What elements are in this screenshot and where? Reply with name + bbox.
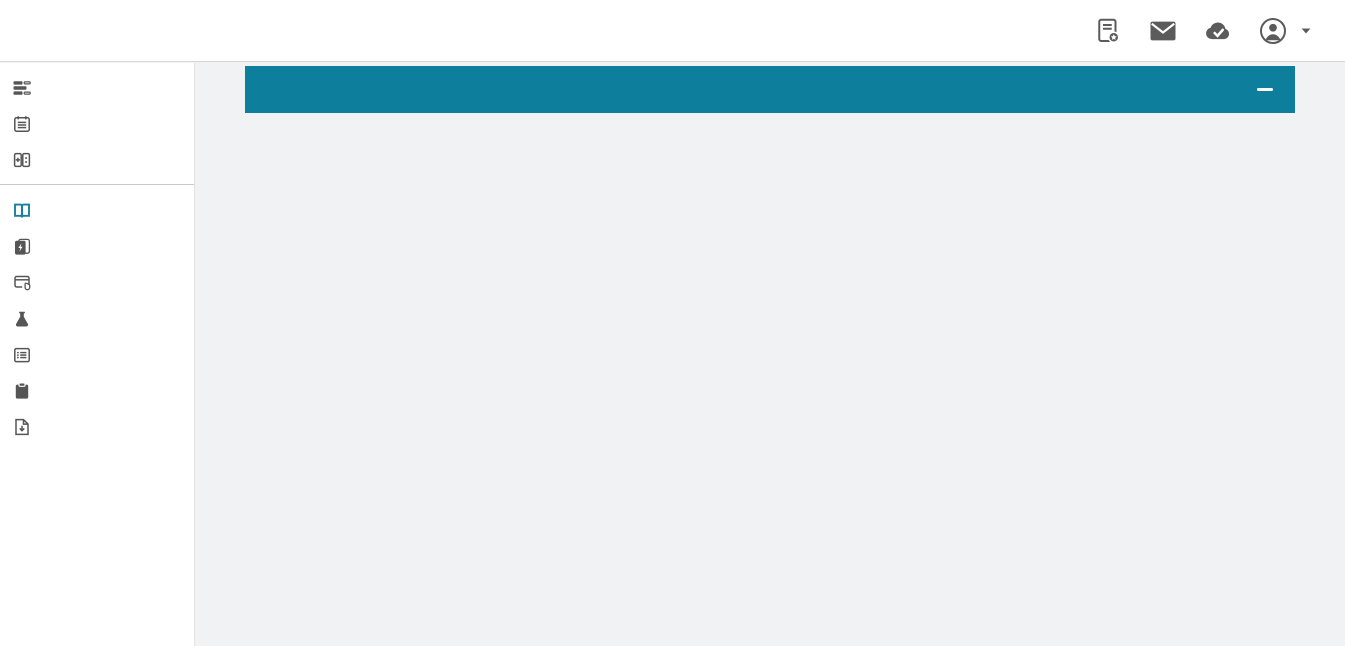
flashcards-icon bbox=[12, 237, 32, 257]
app-header bbox=[0, 0, 1345, 62]
sidebar-item-practice[interactable] bbox=[0, 336, 194, 372]
cloud-sync-icon[interactable] bbox=[1203, 16, 1233, 46]
assessments-icon bbox=[12, 381, 32, 401]
caret-down-icon[interactable] bbox=[1299, 24, 1313, 38]
lesson-main bbox=[245, 66, 1295, 113]
game-center-icon bbox=[12, 150, 32, 170]
labs-icon bbox=[12, 309, 32, 329]
pbqs-icon bbox=[12, 273, 32, 293]
learning-plan-icon bbox=[12, 114, 32, 134]
sidebar-item-labs[interactable] bbox=[0, 300, 194, 336]
lesson-accordion-header[interactable] bbox=[245, 66, 1295, 113]
sidebar-item-game-center[interactable] bbox=[0, 141, 194, 177]
minus-icon bbox=[1257, 88, 1273, 92]
sidebar-nav bbox=[0, 63, 195, 646]
strengths-icon bbox=[12, 78, 32, 98]
practice-icon bbox=[12, 345, 32, 365]
sidebar-item-strengths-weaknesses[interactable] bbox=[0, 69, 194, 105]
account-icon[interactable] bbox=[1258, 16, 1288, 46]
sidebar-item-resources[interactable] bbox=[0, 408, 194, 444]
sidebar-item-learning-plan[interactable] bbox=[0, 105, 194, 141]
notes-icon[interactable] bbox=[1093, 16, 1123, 46]
sidebar-item-pbqs[interactable] bbox=[0, 264, 194, 300]
header-icon-bar bbox=[1093, 16, 1313, 46]
lessons-icon bbox=[12, 201, 32, 221]
sidebar-divider bbox=[0, 184, 194, 185]
resources-icon bbox=[12, 417, 32, 437]
sidebar-item-assessments[interactable] bbox=[0, 372, 194, 408]
sidebar-item-flashcards[interactable] bbox=[0, 228, 194, 264]
sidebar-item-lessons[interactable] bbox=[0, 192, 194, 228]
mail-icon[interactable] bbox=[1148, 16, 1178, 46]
collapse-button[interactable] bbox=[1253, 78, 1277, 102]
